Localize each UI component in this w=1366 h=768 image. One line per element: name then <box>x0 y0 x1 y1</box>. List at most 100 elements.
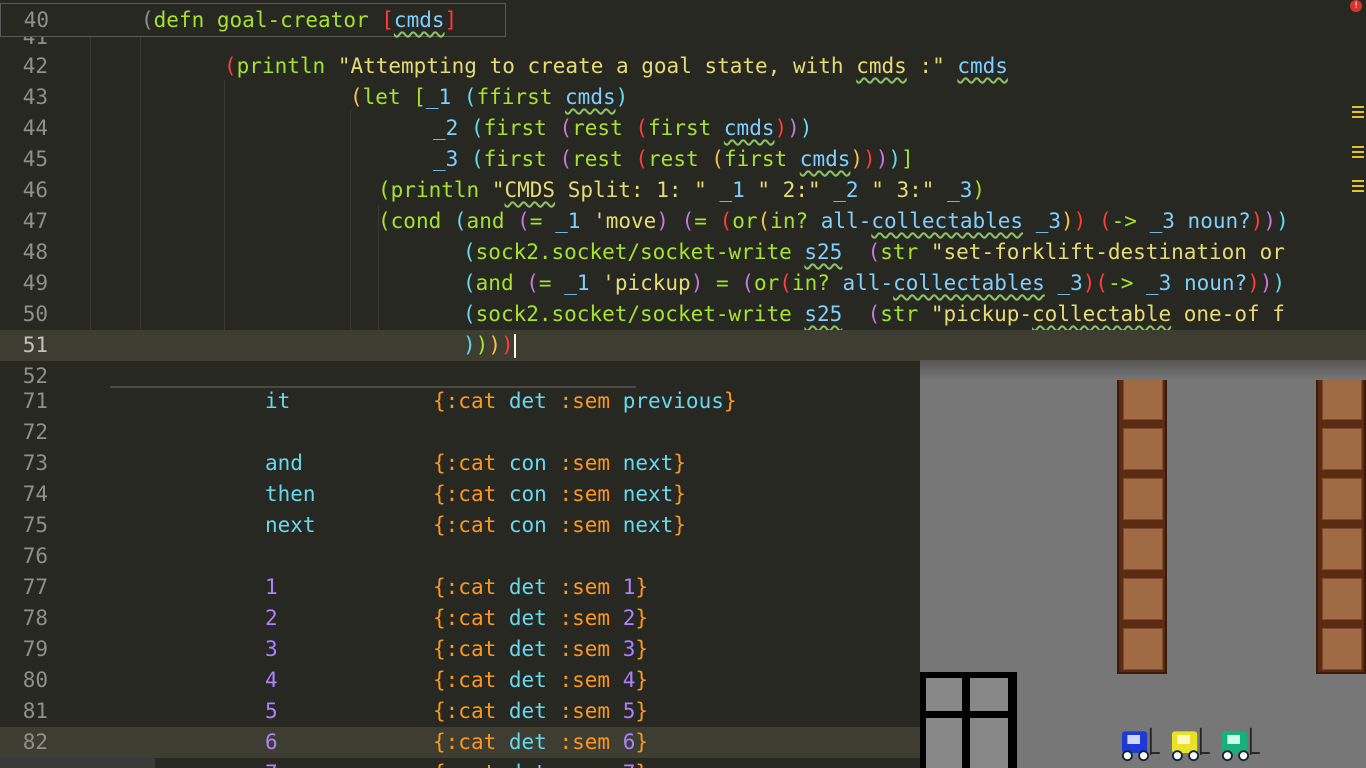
sem-keyword: :sem <box>559 637 611 661</box>
lexicon-row[interactable]: 77 1 {:cat det :sem 1} <box>0 572 920 603</box>
lexicon-word: 6 <box>265 730 278 754</box>
cat-keyword: :cat <box>445 606 497 630</box>
code-text: (let [_1 (ffirst cmds) <box>350 85 629 109</box>
cat-value: con <box>508 451 547 475</box>
lexicon-definition: {:cat det :sem 1} <box>433 575 649 599</box>
code-line[interactable]: 43 (let [_1 (ffirst cmds) <box>0 82 1366 113</box>
line-number: 71 <box>22 389 48 413</box>
line-number: 79 <box>22 637 48 661</box>
code-line-current[interactable]: 51 )))) <box>0 330 1366 361</box>
lexicon-row[interactable]: 82 6 {:cat det :sem 6} <box>0 727 920 758</box>
cat-keyword: :cat <box>445 513 497 537</box>
lexicon-row[interactable]: 76 <box>0 541 920 572</box>
code-line[interactable]: 49 (and (= _1 'pickup) = (or(in? all-col… <box>0 268 1366 299</box>
lexicon-definition: {:cat det :sem previous} <box>433 389 737 413</box>
cat-value: det <box>508 637 547 661</box>
code-text: )))) <box>463 333 516 358</box>
loading-grid <box>920 672 1017 768</box>
sem-keyword: :sem <box>559 606 611 630</box>
sem-keyword: :sem <box>559 761 610 768</box>
code-text: (cond (and (= _1 'move) (= (or(in? all-c… <box>378 209 1289 233</box>
sem-keyword: :sem <box>559 451 611 475</box>
code-line[interactable]: 50 (sock2.socket/socket-write s25 (str "… <box>0 299 1366 330</box>
sem-value: 7 <box>623 761 636 768</box>
sem-value: previous <box>622 389 724 413</box>
code-text: (sock2.socket/socket-write s25 (str "set… <box>463 240 1285 264</box>
lexicon-row[interactable]: 74 then {:cat con :sem next} <box>0 479 920 510</box>
line-number: 48 <box>22 240 48 264</box>
line-number: 52 <box>22 364 48 388</box>
code-text: (and (= _1 'pickup) = (or(in? all-collec… <box>463 271 1286 295</box>
lexicon-definition: {:cat con :sem next} <box>433 513 686 537</box>
sem-value: 3 <box>622 637 636 661</box>
line-number: 76 <box>22 544 48 568</box>
lexicon-word: 5 <box>265 699 278 723</box>
sem-keyword: :sem <box>559 513 611 537</box>
line-number: 80 <box>22 668 48 692</box>
code-line[interactable]: 47 (cond (and (= _1 'move) (= (or(in? al… <box>0 206 1366 237</box>
code-line[interactable]: 48 (sock2.socket/socket-write s25 (str "… <box>0 237 1366 268</box>
text-cursor <box>513 334 516 358</box>
code-line[interactable]: 45 _3 (first (rest (rest (first cmds))))… <box>0 144 1366 175</box>
lexicon-definition: {:cat det :sem 5} <box>433 699 649 723</box>
cat-value: det <box>508 575 547 599</box>
line-number: 72 <box>22 420 48 444</box>
line-number: 74 <box>22 482 48 506</box>
lexicon-row[interactable]: 73 and {:cat con :sem next} <box>0 448 920 479</box>
code-line[interactable]: 46 (println "CMDS Split: 1: " _1 " 2:" _… <box>0 175 1366 206</box>
sem-value: 5 <box>622 699 636 723</box>
code-line[interactable]: 44 _2 (first (rest (first cmds))) <box>0 113 1366 144</box>
lexicon-definition: {:cat det :sem 4} <box>433 668 649 692</box>
lexicon-editor[interactable]: 71 it {:cat det :sem previous} 72 73 and {:cat… <box>0 388 920 768</box>
code-text: (println "Attempting to create a goal st… <box>224 54 1008 78</box>
lexicon-row[interactable]: 72 <box>0 417 920 448</box>
code-text: _2 (first (rest (first cmds))) <box>433 116 813 140</box>
code-text: (println "CMDS Split: 1: " _1 " 2:" _2 "… <box>378 178 986 202</box>
forklift-icon <box>1172 727 1210 762</box>
cat-value: det <box>508 389 547 413</box>
sem-value: next <box>622 513 674 537</box>
lexicon-row[interactable]: 78 2 {:cat det :sem 2} <box>0 603 920 634</box>
line-number: 47 <box>22 209 48 233</box>
lexicon-word: it <box>265 389 291 413</box>
warning-badge-icon[interactable]: ! <box>1350 0 1362 12</box>
forklift-icon <box>1122 727 1160 762</box>
lexicon-word: 4 <box>265 668 278 692</box>
lexicon-word: next <box>265 513 316 537</box>
lexicon-row[interactable]: 75 next {:cat con :sem next} <box>0 510 920 541</box>
cat-value: det <box>509 761 547 768</box>
lexicon-word: 1 <box>265 575 278 599</box>
lexicon-word: 2 <box>265 606 278 630</box>
line-number: 75 <box>22 513 48 537</box>
line-number: 77 <box>22 575 48 599</box>
lexicon-definition: {:cat det :sem 7} <box>433 758 648 768</box>
horizontal-scrollbar-thumb[interactable] <box>0 758 155 768</box>
lexicon-row[interactable]: 71 it {:cat det :sem previous} <box>0 388 920 417</box>
lexicon-word: then <box>265 482 316 506</box>
sem-keyword: :sem <box>559 730 611 754</box>
cat-keyword: :cat <box>445 637 497 661</box>
lexicon-row[interactable]: 81 5 {:cat det :sem 5} <box>0 696 920 727</box>
line-number: 50 <box>22 302 48 326</box>
cat-keyword: :cat <box>445 575 497 599</box>
sticky-scroll-header[interactable]: 40 (defn goal-creator [cmds] <box>0 3 506 37</box>
cat-value: det <box>508 606 547 630</box>
line-number: 73 <box>22 451 48 475</box>
code-editor[interactable]: 41 42 (println "Attempting to create a g… <box>0 0 1366 390</box>
lexicon-row[interactable]: 79 3 {:cat det :sem 3} <box>0 634 920 665</box>
line-number: 81 <box>22 699 48 723</box>
shelf <box>1117 360 1167 674</box>
sem-value: 6 <box>622 730 636 754</box>
sem-keyword: :sem <box>559 699 611 723</box>
shelf <box>1316 360 1366 674</box>
minimap[interactable] <box>1350 100 1366 220</box>
lexicon-definition: {:cat det :sem 6} <box>433 730 649 754</box>
lexicon-row[interactable]: 80 4 {:cat det :sem 4} <box>0 665 920 696</box>
line-number: 43 <box>22 85 48 109</box>
code-line[interactable]: 42 (println "Attempting to create a goal… <box>0 51 1366 82</box>
cat-keyword: :cat <box>445 699 497 723</box>
lexicon-definition: {:cat det :sem 3} <box>433 637 649 661</box>
sem-value: 4 <box>622 668 636 692</box>
line-number: 45 <box>22 147 48 171</box>
game-edge-shadow <box>920 360 1366 380</box>
